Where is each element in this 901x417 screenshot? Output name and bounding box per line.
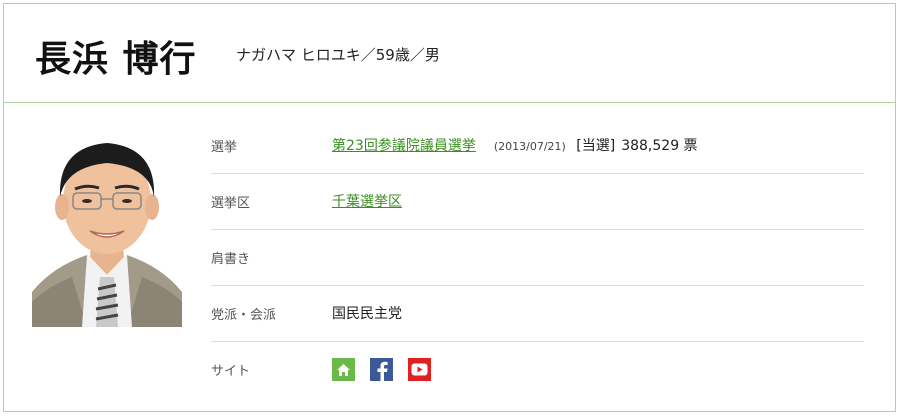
candidate-name: 長浜 博行 bbox=[35, 39, 197, 80]
election-result: [当選] bbox=[576, 138, 616, 154]
candidate-photo bbox=[32, 127, 182, 327]
row-party: 党派・会派 国民民主党 bbox=[211, 286, 864, 342]
candidate-reading-age-gender: ナガハマ ヒロユキ／59歳／男 bbox=[236, 46, 440, 64]
election-link[interactable]: 第23回参議院議員選挙 bbox=[332, 138, 476, 154]
profile-table: 選挙 第23回参議院議員選挙 (2013/07/21) [当選] 388,529 票… bbox=[211, 118, 864, 398]
site-label: サイト bbox=[211, 364, 251, 379]
row-election: 選挙 第23回参議院議員選挙 (2013/07/21) [当選] 388,529 票 bbox=[211, 118, 864, 174]
election-value: 第23回参議院議員選挙 (2013/07/21) [当選] 388,529 票 bbox=[332, 135, 698, 155]
home-icon[interactable] bbox=[332, 358, 355, 381]
district-label: 選挙区 bbox=[211, 196, 251, 211]
youtube-icon[interactable] bbox=[408, 358, 431, 381]
party-label: 党派・会派 bbox=[211, 308, 277, 323]
party-value: 国民民主党 bbox=[332, 306, 402, 322]
candidate-photo-image bbox=[32, 143, 182, 327]
card-header: 長浜 博行 ナガハマ ヒロユキ／59歳／男 bbox=[4, 4, 895, 103]
row-district: 選挙区 千葉選挙区 bbox=[211, 174, 864, 230]
facebook-icon[interactable] bbox=[370, 358, 393, 381]
district-link[interactable]: 千葉選挙区 bbox=[332, 194, 402, 210]
election-date: (2013/07/21) bbox=[493, 140, 566, 153]
election-label: 選挙 bbox=[211, 140, 238, 155]
election-votes: 388,529 票 bbox=[621, 138, 698, 154]
row-site: サイト bbox=[211, 342, 864, 398]
title-label: 肩書き bbox=[211, 252, 251, 267]
district-value: 千葉選挙区 bbox=[332, 191, 402, 211]
row-title: 肩書き bbox=[211, 230, 864, 286]
site-icons bbox=[332, 358, 431, 381]
